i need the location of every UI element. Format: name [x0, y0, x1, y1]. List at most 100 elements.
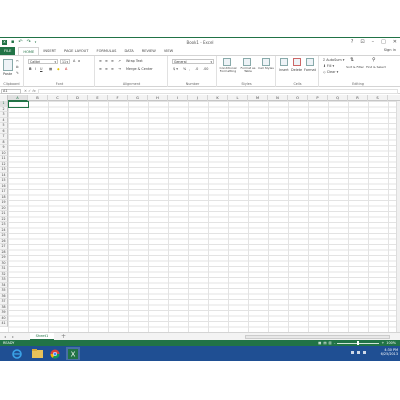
page-layout-view-icon[interactable]: ▤: [323, 341, 326, 345]
number-format-select[interactable]: General: [172, 59, 214, 64]
tab-view[interactable]: VIEW: [160, 47, 177, 55]
align-middle-icon[interactable]: ≡: [105, 59, 108, 63]
zoom-thumb[interactable]: [357, 341, 360, 345]
explorer-icon[interactable]: [30, 347, 44, 360]
fx-icon[interactable]: ✕ ✓ fx: [24, 89, 36, 93]
delete-button[interactable]: Delete: [291, 68, 302, 72]
ie-icon[interactable]: [10, 347, 24, 360]
align-left-icon[interactable]: ≡: [99, 67, 102, 71]
ribbon-tabs: FILE HOME INSERT PAGE LAYOUT FORMULAS DA…: [0, 47, 400, 55]
find-select-icon[interactable]: ⚲: [372, 58, 376, 63]
next-sheet-icon[interactable]: ▸: [12, 334, 14, 339]
name-box[interactable]: A1: [1, 88, 21, 94]
sheet-tab-sheet1[interactable]: Sheet1: [30, 333, 54, 340]
cell-area[interactable]: [8, 101, 396, 332]
tab-file[interactable]: FILE: [0, 47, 16, 55]
align-bottom-icon[interactable]: ≡: [111, 59, 114, 63]
align-right-icon[interactable]: ≡: [111, 67, 114, 71]
worksheet-grid[interactable]: ABCDEFGHIJKLMNOPQRS 1 2 3 4 5 6 7 8 9 10 11 12 13 14 1…: [0, 95, 400, 332]
align-center-icon[interactable]: ≡: [105, 67, 108, 71]
orientation-icon[interactable]: ↗: [118, 59, 121, 63]
decrease-decimal-icon[interactable]: .00: [203, 67, 208, 71]
conditional-formatting-button[interactable]: Conditional Formatting: [219, 66, 237, 74]
horizontal-scrollbar[interactable]: [245, 335, 390, 339]
copy-icon[interactable]: ⧉: [16, 65, 18, 69]
paste-icon[interactable]: [3, 59, 13, 71]
zoom-slider[interactable]: [337, 341, 380, 345]
insert-icon[interactable]: [280, 58, 288, 66]
active-cell[interactable]: [8, 101, 29, 108]
tab-page-layout[interactable]: PAGE LAYOUT: [60, 47, 92, 55]
maximize-icon[interactable]: □: [381, 39, 386, 45]
cells-label: Cells: [293, 82, 302, 86]
formula-input[interactable]: [38, 88, 398, 94]
tab-insert[interactable]: INSERT: [39, 47, 60, 55]
grow-font-icon[interactable]: A: [73, 59, 75, 63]
cell-styles-icon[interactable]: [262, 58, 270, 66]
cut-icon[interactable]: ✂: [16, 59, 19, 63]
merge-center-button[interactable]: Merge & Center: [126, 67, 153, 71]
indent-icon[interactable]: ⇥: [118, 67, 121, 71]
find-select-button[interactable]: Find & Select: [366, 65, 386, 69]
styles-label: Styles: [241, 82, 252, 86]
conditional-formatting-icon[interactable]: [223, 58, 231, 66]
clock[interactable]: 4:30 PM 6/25/2013: [381, 348, 398, 356]
wrap-text-button[interactable]: Wrap Text: [126, 59, 143, 63]
window-title: Book1 - Excel: [186, 40, 214, 45]
tab-formulas[interactable]: FORMULAS: [93, 47, 121, 55]
prev-sheet-icon[interactable]: ◂: [4, 334, 6, 339]
minimize-icon[interactable]: –: [372, 39, 375, 45]
network-icon[interactable]: [351, 351, 354, 354]
format-painter-icon[interactable]: ✎: [16, 71, 19, 75]
format-as-table-button[interactable]: Format as Table: [239, 66, 257, 74]
clear-label: Clear: [326, 70, 336, 74]
page-break-view-icon[interactable]: ▥: [329, 341, 332, 345]
autosum-button[interactable]: Σ AutoSum ▾: [323, 58, 345, 62]
insert-button[interactable]: Insert: [279, 68, 289, 72]
tab-home[interactable]: HOME: [18, 47, 40, 55]
format-icon[interactable]: [306, 58, 314, 66]
tab-review[interactable]: REVIEW: [138, 47, 160, 55]
format-button[interactable]: Format: [304, 68, 316, 72]
bold-icon[interactable]: B: [29, 67, 32, 71]
paste-button[interactable]: Paste: [3, 72, 12, 76]
row-header[interactable]: 41: [0, 321, 8, 327]
volume-icon[interactable]: [357, 351, 360, 354]
normal-view-icon[interactable]: ▦: [318, 341, 321, 345]
flag-icon[interactable]: [363, 351, 366, 354]
font-color-icon[interactable]: A: [65, 67, 67, 71]
vertical-scrollbar[interactable]: [396, 101, 400, 332]
fill-color-icon[interactable]: ◆: [57, 67, 60, 71]
zoom-out-icon[interactable]: –: [334, 341, 336, 345]
fill-label: Fill: [326, 64, 332, 68]
font-size-select[interactable]: 11: [60, 59, 70, 64]
borders-icon[interactable]: ▦: [49, 67, 52, 71]
help-icon[interactable]: ?: [351, 39, 354, 45]
sort-filter-icon[interactable]: ⇅: [350, 58, 354, 63]
delete-icon[interactable]: [293, 58, 301, 66]
clear-button[interactable]: ◇ Clear ▾: [323, 70, 338, 74]
add-sheet-button[interactable]: +: [61, 333, 66, 340]
chrome-icon[interactable]: [48, 347, 62, 360]
align-top-icon[interactable]: ≡: [99, 59, 102, 63]
tab-data[interactable]: DATA: [120, 47, 137, 55]
excel-icon[interactable]: X: [66, 347, 80, 360]
close-icon[interactable]: ✕: [393, 39, 397, 45]
italic-icon[interactable]: I: [35, 67, 36, 71]
percent-icon[interactable]: %: [183, 67, 186, 71]
font-family-select[interactable]: Calibri: [28, 59, 58, 64]
increase-decimal-icon[interactable]: .0: [195, 67, 198, 71]
cell-styles-button[interactable]: Cell Styles: [258, 66, 274, 70]
ribbon-display-icon[interactable]: ⊡: [360, 39, 364, 45]
editing-group: Σ AutoSum ▾ ⬇ Fill ▾ ◇ Clear ▾ ⇅ Sort & …: [320, 56, 396, 87]
comma-icon[interactable]: ,: [189, 67, 190, 71]
format-as-table-icon[interactable]: [243, 58, 251, 66]
currency-icon[interactable]: $ ▾: [173, 67, 178, 71]
sort-filter-button[interactable]: Sort & Filter: [345, 65, 365, 69]
zoom-in-icon[interactable]: +: [381, 341, 384, 345]
shrink-font-icon[interactable]: a: [78, 59, 80, 63]
zoom-level[interactable]: 100%: [386, 341, 396, 345]
sign-in-link[interactable]: Sign in: [384, 48, 396, 52]
underline-icon[interactable]: U: [40, 67, 42, 71]
fill-button[interactable]: ⬇ Fill ▾: [323, 64, 334, 68]
